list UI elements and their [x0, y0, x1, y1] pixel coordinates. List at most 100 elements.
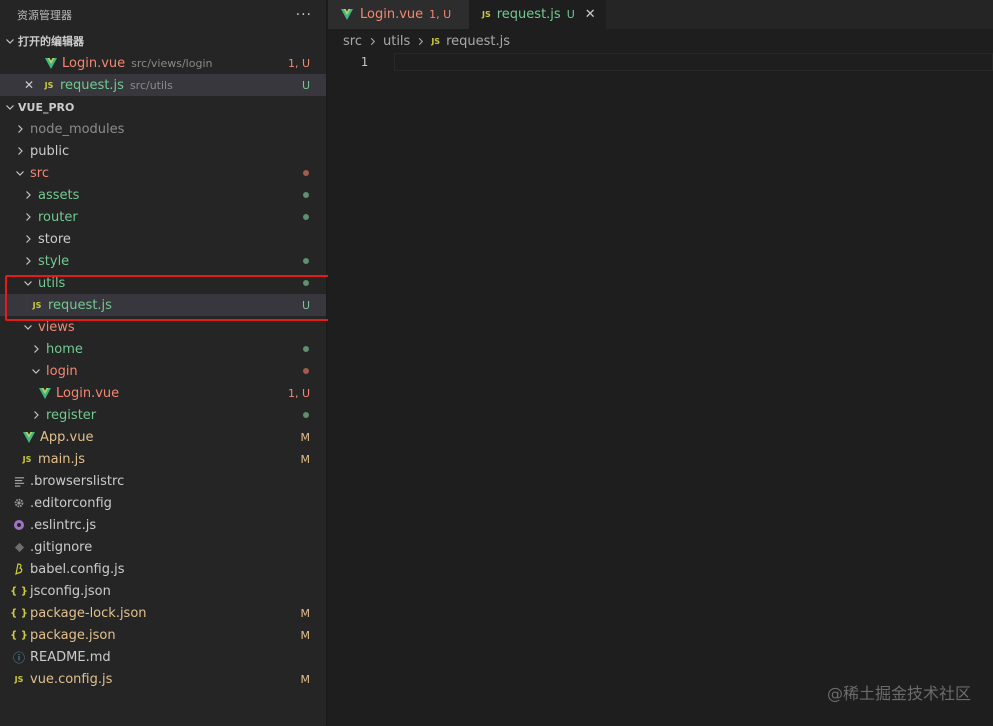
tree-label: .eslintrc.js — [30, 517, 97, 533]
lines-icon — [12, 474, 26, 488]
git-status-dot — [303, 412, 309, 418]
open-editors-header[interactable]: 打开的编辑器 — [0, 30, 326, 52]
tree-file-vue-config[interactable]: JS vue.config.js M — [0, 668, 326, 690]
open-editor-item-request-js[interactable]: ✕ JS request.js src/utils U — [0, 74, 326, 96]
chevron-right-icon — [26, 213, 31, 221]
tree-file-editorconfig[interactable]: .editorconfig — [0, 492, 326, 514]
json-file-icon: { } — [10, 607, 28, 619]
tab-badge: U — [566, 8, 575, 21]
chevron-down-icon — [6, 105, 14, 110]
vue-file-icon — [22, 430, 36, 444]
editor-area: Login.vue 1, U JS request.js U ✕ src uti… — [328, 0, 993, 726]
tab-label: request.js — [496, 7, 561, 22]
close-icon[interactable]: ✕ — [585, 7, 596, 22]
js-file-icon: JS — [482, 10, 491, 19]
tree-folder-login[interactable]: login — [0, 360, 326, 382]
tree-file-eslintrc[interactable]: .eslintrc.js — [0, 514, 326, 536]
tree-folder-style[interactable]: style — [0, 250, 326, 272]
tree-label: style — [38, 253, 70, 269]
gear-icon — [12, 496, 26, 510]
open-editor-item-login-vue[interactable]: Login.vue src/views/login 1, U — [0, 52, 326, 74]
more-actions-icon[interactable]: ··· — [296, 7, 312, 23]
git-status-badge: M — [300, 672, 311, 686]
tree-folder-store[interactable]: store — [0, 228, 326, 250]
git-status-dot — [303, 258, 309, 264]
json-file-icon: { } — [10, 585, 28, 597]
json-file-icon: { } — [10, 629, 28, 641]
tab-request-js[interactable]: JS request.js U ✕ — [470, 0, 606, 29]
git-status-badge: M — [300, 628, 311, 642]
js-file-icon: JS — [22, 454, 32, 464]
vue-file-icon — [340, 9, 354, 20]
chevron-right-icon — [34, 411, 39, 419]
vue-file-icon — [38, 386, 52, 400]
git-status-dot — [303, 346, 309, 352]
tree-file-package-json[interactable]: { } package.json M — [0, 624, 326, 646]
tree-file-readme[interactable]: ⓘ README.md — [0, 646, 326, 668]
tree-file-request-js[interactable]: JS request.js U — [0, 294, 326, 316]
git-status-dot — [303, 170, 309, 176]
chevron-right-icon — [370, 37, 376, 45]
open-editor-name: request.js — [60, 77, 124, 93]
explorer-header: 资源管理器 ··· — [0, 0, 326, 30]
tree-folder-assets[interactable]: assets — [0, 184, 326, 206]
tree-label: assets — [38, 187, 80, 203]
tree-file-jsconfig[interactable]: { } jsconfig.json — [0, 580, 326, 602]
tree-folder-node-modules[interactable]: node_modules — [0, 118, 326, 140]
watermark: @稀土掘金技术社区 — [826, 684, 971, 703]
js-file-icon: JS — [431, 36, 441, 46]
tree-folder-views[interactable]: views — [0, 316, 326, 338]
tree-file-login-vue[interactable]: Login.vue 1, U — [0, 382, 326, 404]
open-editor-path: src/utils — [129, 78, 173, 92]
vue-file-icon — [44, 56, 58, 70]
tree-label: utils — [38, 275, 66, 291]
tree-folder-register[interactable]: register — [0, 404, 326, 426]
git-status-dot — [303, 214, 309, 220]
tree-label: views — [38, 319, 75, 335]
js-file-icon: JS — [32, 300, 42, 310]
tab-login-vue[interactable]: Login.vue 1, U — [328, 0, 470, 29]
breadcrumb-item[interactable]: src — [343, 34, 362, 49]
chevron-right-icon — [18, 125, 23, 133]
open-editor-badge: U — [301, 78, 310, 92]
tree-folder-utils[interactable]: utils — [0, 272, 326, 294]
js-file-icon: JS — [44, 80, 54, 90]
tree-folder-public[interactable]: public — [0, 140, 326, 162]
explorer-sidebar: 资源管理器 ··· 打开的编辑器 Login.vue src/views/log… — [0, 0, 330, 726]
breadcrumb: src utils JS request.js — [328, 29, 993, 53]
tree-label: register — [46, 407, 97, 423]
breadcrumb-item[interactable]: request.js — [446, 34, 510, 49]
tree-label: vue.config.js — [30, 671, 113, 687]
project-header[interactable]: VUE_PRO — [0, 96, 326, 118]
git-status-badge: M — [300, 430, 311, 444]
tab-bar: Login.vue 1, U JS request.js U ✕ — [328, 0, 993, 29]
tree-label: store — [38, 231, 71, 247]
tree-folder-src[interactable]: src — [0, 162, 326, 184]
breadcrumb-item[interactable]: utils — [383, 34, 410, 49]
chevron-down-icon — [24, 281, 32, 286]
tree-file-gitignore[interactable]: .gitignore — [0, 536, 326, 558]
tree-file-app-vue[interactable]: App.vue M — [0, 426, 326, 448]
tree-label: .gitignore — [30, 539, 93, 555]
tree-file-browserslistrc[interactable]: .browserslistrc — [0, 470, 326, 492]
code-line[interactable]: 1 — [328, 53, 993, 71]
close-icon[interactable]: ✕ — [24, 78, 40, 92]
tree-label: src — [30, 165, 49, 181]
tree-file-main-js[interactable]: JS main.js M — [0, 448, 326, 470]
open-editor-path: src/views/login — [131, 56, 213, 70]
info-icon: ⓘ — [12, 650, 25, 665]
tree-label: Login.vue — [56, 385, 120, 401]
tree-label: package.json — [30, 627, 116, 643]
tree-folder-router[interactable]: router — [0, 206, 326, 228]
explorer-title: 资源管理器 — [17, 9, 72, 22]
tree-folder-home[interactable]: home — [0, 338, 326, 360]
tree-file-package-lock[interactable]: { } package-lock.json M — [0, 602, 326, 624]
chevron-down-icon — [24, 325, 32, 330]
tree-file-babel-config[interactable]: babel.config.js — [0, 558, 326, 580]
tree-label: babel.config.js — [30, 561, 125, 577]
project-title: VUE_PRO — [18, 100, 75, 114]
git-status-dot — [303, 280, 309, 286]
git-status-badge: U — [301, 298, 310, 312]
chevron-right-icon — [34, 345, 39, 353]
tree-label: package-lock.json — [30, 605, 147, 621]
